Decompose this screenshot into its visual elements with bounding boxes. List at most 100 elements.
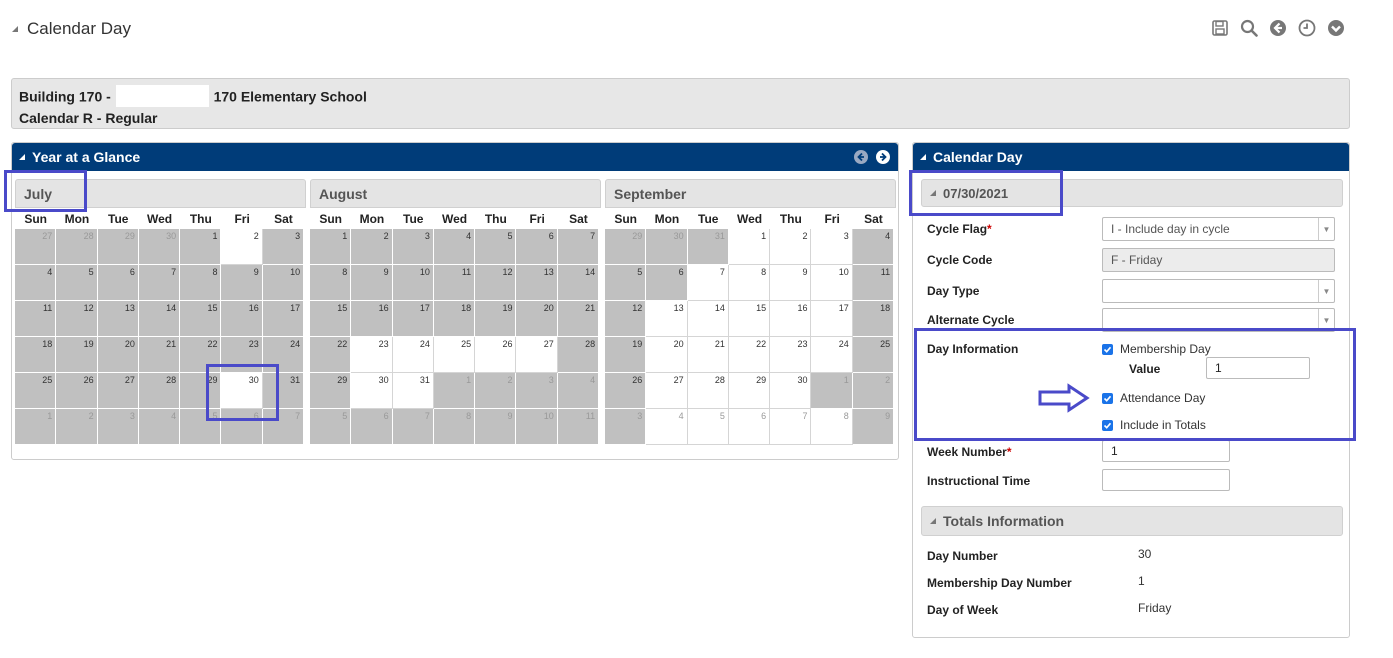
calendar-day-cell[interactable]: 29 <box>310 373 352 409</box>
calendar-day-cell[interactable]: 28 <box>138 373 181 409</box>
calendar-day-cell[interactable]: 9 <box>852 409 895 445</box>
calendar-day-cell[interactable]: 11 <box>557 409 600 445</box>
calendar-day-cell[interactable]: 24 <box>811 337 853 373</box>
calendar-day-cell[interactable]: 20 <box>516 301 558 337</box>
calendar-day-cell[interactable]: 27 <box>97 373 139 409</box>
calendar-day-cell[interactable]: 31 <box>262 373 305 409</box>
calendar-day-cell[interactable]: 9 <box>351 265 393 301</box>
cycle-flag-select[interactable]: I - Include day in cycle ▼ <box>1102 217 1335 241</box>
calendar-day-cell[interactable]: 6 <box>646 265 688 301</box>
calendar-day-cell[interactable]: 23 <box>770 337 812 373</box>
collapse-triangle-icon[interactable] <box>12 26 18 32</box>
calendar-day-cell[interactable]: 10 <box>516 409 558 445</box>
calendar-day-cell[interactable]: 26 <box>605 373 647 409</box>
calendar-day-cell[interactable]: 30 <box>770 373 812 409</box>
calendar-day-cell[interactable]: 7 <box>687 265 729 301</box>
calendar-day-cell[interactable]: 31 <box>392 373 434 409</box>
calendar-day-cell[interactable]: 19 <box>475 301 517 337</box>
calendar-day-cell[interactable]: 14 <box>687 301 729 337</box>
calendar-day-cell[interactable]: 13 <box>516 265 558 301</box>
calendar-day-cell[interactable]: 4 <box>433 229 476 265</box>
calendar-day-cell[interactable]: 7 <box>392 409 434 445</box>
calendar-day-cell[interactable]: 21 <box>687 337 729 373</box>
calendar-day-cell[interactable]: 10 <box>392 265 434 301</box>
calendar-day-cell[interactable]: 17 <box>392 301 434 337</box>
calendar-day-cell[interactable]: 30 <box>351 373 393 409</box>
calendar-day-cell[interactable]: 22 <box>180 337 222 373</box>
collapse-triangle-icon[interactable] <box>930 518 936 524</box>
calendar-day-cell[interactable]: 3 <box>605 409 647 445</box>
calendar-day-cell[interactable]: 1 <box>811 373 853 409</box>
calendar-day-cell[interactable]: 14 <box>138 301 181 337</box>
calendar-day-cell[interactable]: 6 <box>97 265 139 301</box>
collapse-triangle-icon[interactable] <box>920 154 926 160</box>
calendar-day-cell[interactable]: 2 <box>852 373 895 409</box>
calendar-day-cell[interactable]: 1 <box>310 229 352 265</box>
calendar-day-cell[interactable]: 12 <box>475 265 517 301</box>
calendar-day-cell[interactable]: 3 <box>392 229 434 265</box>
calendar-day-cell[interactable]: 24 <box>392 337 434 373</box>
calendar-day-cell[interactable]: 21 <box>138 337 181 373</box>
calendar-day-cell[interactable]: 5 <box>310 409 352 445</box>
calendar-day-cell[interactable]: 19 <box>56 337 98 373</box>
calendar-day-cell[interactable]: 16 <box>221 301 263 337</box>
collapse-triangle-icon[interactable] <box>19 154 25 160</box>
calendar-day-cell[interactable]: 5 <box>180 409 222 445</box>
calendar-day-cell[interactable]: 26 <box>56 373 98 409</box>
calendar-day-cell[interactable]: 6 <box>516 229 558 265</box>
calendar-day-cell[interactable]: 22 <box>310 337 352 373</box>
calendar-day-cell[interactable]: 20 <box>646 337 688 373</box>
calendar-day-cell[interactable]: 8 <box>811 409 853 445</box>
calendar-day-cell[interactable]: 12 <box>605 301 647 337</box>
calendar-day-cell[interactable]: 31 <box>687 229 729 265</box>
calendar-day-cell[interactable]: 4 <box>646 409 688 445</box>
calendar-day-cell[interactable]: 5 <box>687 409 729 445</box>
calendar-day-cell[interactable]: 26 <box>475 337 517 373</box>
calendar-day-cell[interactable]: 16 <box>770 301 812 337</box>
back-circle-icon[interactable] <box>1268 18 1288 38</box>
calendar-day-cell[interactable]: 24 <box>262 337 305 373</box>
calendar-day-cell[interactable]: 4 <box>852 229 895 265</box>
calendar-day-cell[interactable]: 10 <box>262 265 305 301</box>
previous-months-icon[interactable] <box>854 150 868 164</box>
history-clock-icon[interactable] <box>1297 18 1317 38</box>
calendar-day-cell[interactable]: 15 <box>310 301 352 337</box>
calendar-day-cell[interactable]: 8 <box>433 409 476 445</box>
calendar-day-cell[interactable]: 29 <box>605 229 647 265</box>
day-type-select[interactable]: ▼ <box>1102 279 1335 303</box>
calendar-day-cell[interactable]: 29 <box>728 373 771 409</box>
calendar-day-cell[interactable]: 7 <box>557 229 600 265</box>
calendar-day-cell[interactable]: 1 <box>728 229 771 265</box>
calendar-day-cell[interactable]: 1 <box>180 229 222 265</box>
calendar-day-cell[interactable]: 11 <box>852 265 895 301</box>
calendar-day-cell[interactable]: 3 <box>262 229 305 265</box>
calendar-day-cell[interactable]: 7 <box>770 409 812 445</box>
calendar-day-cell[interactable]: 25 <box>15 373 57 409</box>
calendar-day-cell[interactable]: 13 <box>646 301 688 337</box>
calendar-day-cell[interactable]: 21 <box>557 301 600 337</box>
calendar-day-cell[interactable]: 6 <box>351 409 393 445</box>
calendar-day-cell[interactable]: 30 <box>221 373 263 409</box>
calendar-day-cell[interactable]: 11 <box>15 301 57 337</box>
calendar-day-cell[interactable]: 23 <box>351 337 393 373</box>
calendar-day-cell[interactable]: 15 <box>728 301 771 337</box>
calendar-day-cell[interactable]: 30 <box>646 229 688 265</box>
calendar-day-cell[interactable]: 2 <box>475 373 517 409</box>
calendar-day-cell[interactable]: 27 <box>516 337 558 373</box>
calendar-day-cell[interactable]: 2 <box>56 409 98 445</box>
calendar-day-cell[interactable]: 8 <box>728 265 771 301</box>
calendar-day-cell[interactable]: 29 <box>180 373 222 409</box>
alternate-cycle-select[interactable]: ▼ <box>1102 308 1335 332</box>
calendar-day-cell[interactable]: 25 <box>433 337 476 373</box>
instructional-time-input[interactable] <box>1102 469 1230 491</box>
calendar-day-cell[interactable]: 28 <box>687 373 729 409</box>
calendar-day-cell[interactable]: 9 <box>221 265 263 301</box>
calendar-day-cell[interactable]: 25 <box>852 337 895 373</box>
calendar-day-cell[interactable]: 18 <box>433 301 476 337</box>
calendar-day-cell[interactable]: 10 <box>811 265 853 301</box>
save-icon[interactable] <box>1210 18 1230 38</box>
calendar-day-cell[interactable]: 3 <box>811 229 853 265</box>
calendar-day-cell[interactable]: 29 <box>97 229 139 265</box>
calendar-day-cell[interactable]: 1 <box>15 409 57 445</box>
calendar-day-cell[interactable]: 7 <box>138 265 181 301</box>
